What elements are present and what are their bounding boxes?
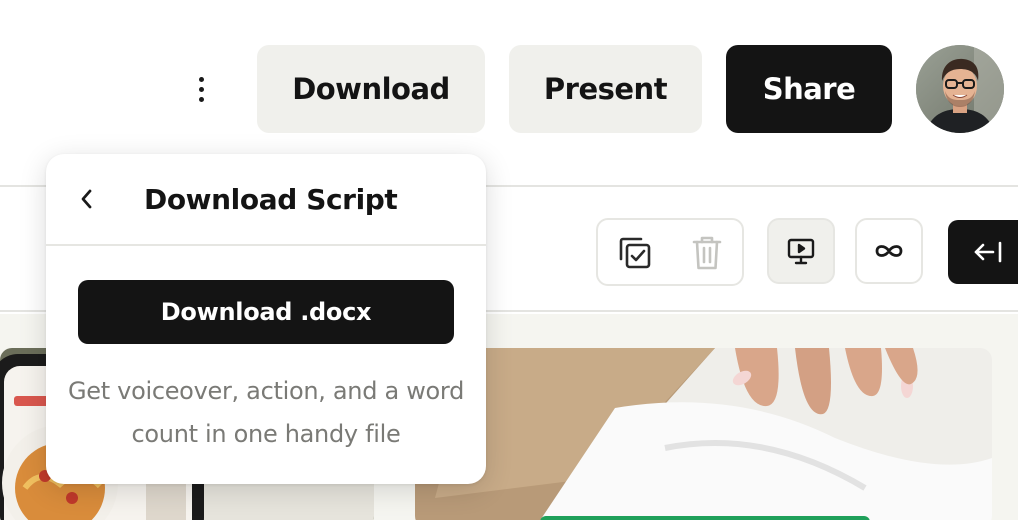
trash-icon	[686, 232, 728, 274]
selection-actions-group	[596, 218, 744, 286]
chevron-left-icon	[81, 189, 92, 209]
download-button[interactable]: Download	[257, 45, 485, 133]
scene-thumbnail-unboxing[interactable]	[415, 348, 992, 520]
more-options-icon[interactable]	[186, 66, 216, 112]
presentation-play-icon	[787, 238, 815, 265]
popover-header: Download Script	[46, 154, 486, 246]
presentation-play-button[interactable]	[767, 218, 835, 284]
user-avatar-image	[916, 45, 1004, 133]
download-script-popover: Download Script Download .docx Get voice…	[46, 154, 486, 484]
loop-button[interactable]	[855, 218, 923, 284]
download-docx-button[interactable]: Download .docx	[78, 280, 454, 344]
popover-description: Get voiceover, action, and a word count …	[67, 377, 465, 448]
copy-check-icon[interactable]	[614, 232, 656, 274]
infinity-loop-icon	[875, 245, 903, 257]
avatar[interactable]	[916, 45, 1004, 133]
present-button[interactable]: Present	[509, 45, 702, 133]
back-button[interactable]	[70, 182, 104, 216]
collapse-panel-button[interactable]	[948, 220, 1018, 284]
share-button[interactable]: Share	[726, 45, 892, 133]
collapse-left-icon	[974, 241, 1002, 263]
unboxing-image	[415, 348, 992, 520]
popover-title: Download Script	[144, 183, 398, 216]
